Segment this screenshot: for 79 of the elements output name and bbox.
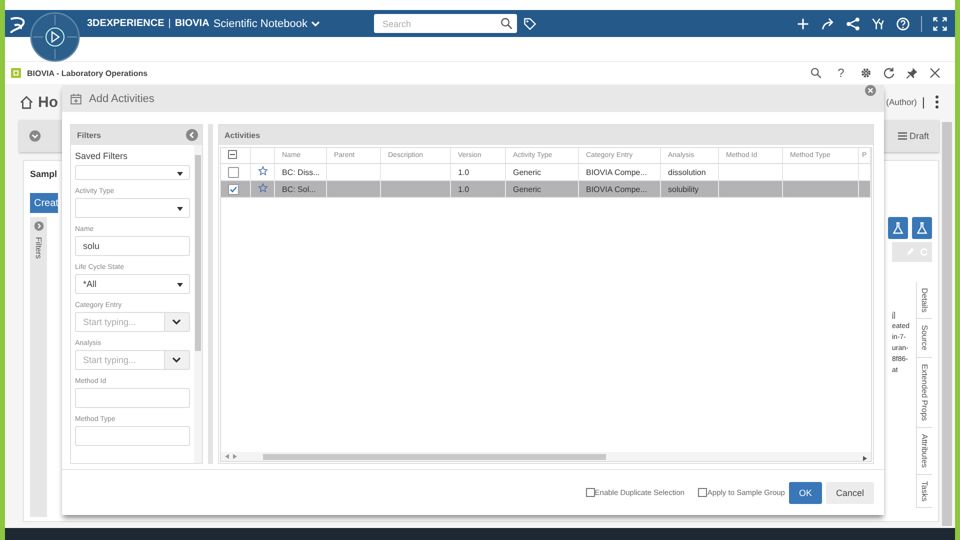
home-icon bbox=[19, 94, 34, 110]
app-name[interactable]: Scientific Notebook bbox=[213, 18, 308, 30]
panel-title: Filters bbox=[77, 130, 102, 140]
create-button[interactable]: Creat bbox=[30, 193, 58, 213]
page-title: Ho bbox=[38, 94, 58, 110]
scrollbar[interactable] bbox=[194, 145, 202, 463]
scrollbar[interactable] bbox=[942, 122, 952, 526]
table-cell: BC: Sol... bbox=[274, 180, 326, 198]
app-icon bbox=[11, 68, 21, 78]
row-checkbox[interactable] bbox=[228, 184, 238, 194]
input-field[interactable] bbox=[75, 426, 190, 446]
caret-down-icon bbox=[176, 207, 183, 211]
chevron-down-icon bbox=[172, 319, 182, 325]
search-icon[interactable] bbox=[810, 67, 822, 79]
brand-separator: | bbox=[168, 18, 171, 29]
arrow-right-icon bbox=[232, 454, 236, 459]
title-separator: | bbox=[922, 95, 925, 109]
combo-field[interactable]: Start typing... bbox=[75, 350, 190, 370]
row-checkbox[interactable] bbox=[228, 166, 238, 178]
dropdown-field[interactable]: *All bbox=[75, 274, 190, 294]
search-icon bbox=[500, 17, 514, 30]
side-tab[interactable]: Tasks bbox=[917, 474, 932, 508]
expand-icon[interactable] bbox=[29, 130, 41, 142]
plus-icon[interactable] bbox=[796, 16, 810, 30]
input-field[interactable] bbox=[75, 388, 190, 408]
filters-tab[interactable]: Filters bbox=[30, 217, 47, 517]
state-label: Draft bbox=[909, 131, 929, 141]
fullscreen-icon[interactable] bbox=[933, 16, 947, 30]
calendar-plus-icon bbox=[70, 92, 82, 104]
star-icon[interactable] bbox=[258, 166, 268, 176]
combo-field[interactable]: Start typing... bbox=[75, 312, 190, 332]
network-icon[interactable] bbox=[846, 16, 860, 30]
star-icon[interactable] bbox=[258, 183, 268, 193]
tab-label: Filters bbox=[34, 237, 43, 259]
help-icon[interactable] bbox=[896, 16, 910, 30]
caret-down-icon bbox=[176, 172, 183, 176]
dropdown-field[interactable] bbox=[75, 165, 190, 180]
settings-icon[interactable] bbox=[860, 67, 872, 79]
scrollbar[interactable] bbox=[220, 452, 871, 461]
collapse-icon[interactable] bbox=[186, 129, 198, 141]
check-icon bbox=[228, 184, 238, 194]
flask-button[interactable] bbox=[912, 217, 932, 239]
table-cell: BIOVIA Compe... bbox=[578, 180, 660, 198]
close-icon[interactable] bbox=[929, 67, 941, 79]
help-button[interactable]: ? bbox=[833, 66, 849, 80]
expand-icon bbox=[34, 221, 44, 231]
more-icon[interactable] bbox=[935, 95, 939, 109]
user-role: (Author) bbox=[886, 97, 917, 107]
input-field[interactable]: solu bbox=[75, 236, 190, 256]
flask-icon bbox=[916, 221, 928, 235]
share-icon[interactable] bbox=[821, 16, 835, 30]
panel-title: Activities bbox=[224, 130, 260, 140]
dialog-title: Add Activities bbox=[89, 92, 154, 104]
list-icon bbox=[898, 132, 908, 140]
close-icon[interactable] bbox=[865, 84, 876, 96]
product-name: BIOVIA bbox=[174, 18, 210, 29]
arrow-left-icon bbox=[224, 454, 228, 459]
search-field[interactable]: Search bbox=[374, 14, 518, 33]
ok-button[interactable]: OK bbox=[788, 482, 822, 504]
compass-icon[interactable] bbox=[30, 12, 80, 62]
select-all-checkbox[interactable] bbox=[228, 150, 236, 159]
field-label: Saved Filters bbox=[75, 151, 129, 161]
dropdown-field[interactable] bbox=[75, 198, 190, 218]
chevron-down-icon bbox=[172, 357, 182, 363]
section-title: Sampl bbox=[30, 169, 58, 181]
flask-icon bbox=[892, 221, 904, 235]
table-cell: Generic bbox=[506, 180, 578, 198]
chevron-down-icon[interactable] bbox=[311, 20, 320, 26]
cancel-button[interactable]: Cancel bbox=[826, 482, 874, 504]
flask-button[interactable] bbox=[888, 217, 908, 239]
table-cell: solubility bbox=[660, 180, 718, 198]
brand-name: 3DEXPERIENCE bbox=[87, 18, 164, 29]
arrow-right-icon bbox=[863, 456, 867, 460]
refresh-icon[interactable] bbox=[883, 67, 895, 79]
caret-down-icon bbox=[176, 283, 183, 287]
pin-icon[interactable] bbox=[906, 67, 918, 79]
table-cell: 1.0 bbox=[450, 180, 506, 198]
app-title: BIOVIA - Laboratory Operations bbox=[27, 68, 148, 78]
tag-icon[interactable] bbox=[523, 16, 538, 30]
